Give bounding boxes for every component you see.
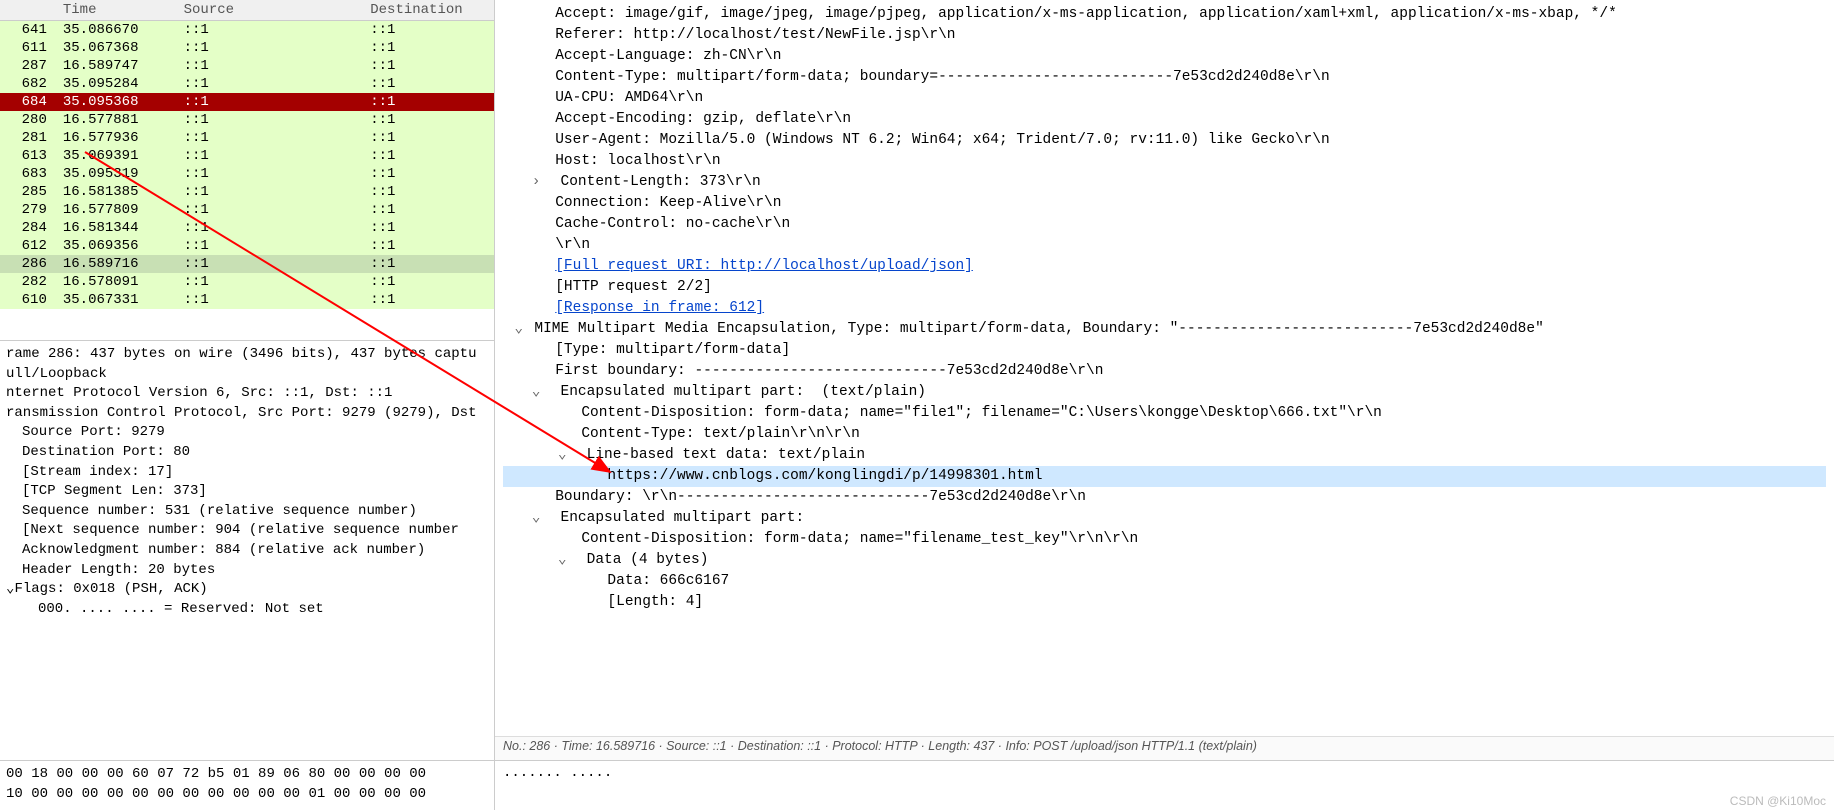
mime-type[interactable]: [Type: multipart/form-data] [555, 342, 790, 358]
packet-list[interactable]: Time Source Destination 64135.086670::1:… [0, 0, 494, 340]
frame-details[interactable]: rame 286: 437 bytes on wire (3496 bits),… [0, 340, 494, 760]
table-row[interactable]: 61035.067331::1::1 [0, 291, 494, 309]
ct1[interactable]: Content-Type: text/plain\r\n\r\n [581, 426, 859, 442]
table-row[interactable]: 68335.095319::1::1 [0, 165, 494, 183]
data4[interactable]: Data (4 bytes) [587, 552, 709, 568]
http-uacpu[interactable]: UA-CPU: AMD64\r\n [555, 90, 703, 106]
http-host[interactable]: Host: localhost\r\n [555, 153, 720, 169]
tcp-hlen[interactable]: Header Length: 20 bytes [6, 561, 488, 581]
table-row[interactable]: 28416.581344::1::1 [0, 219, 494, 237]
table-row[interactable]: 61335.069391::1::1 [0, 147, 494, 165]
chevron-down-icon[interactable]: ⌄ [529, 382, 543, 403]
chevron-down-icon[interactable]: ⌄ [555, 550, 569, 571]
payload-url[interactable]: https://www.cnblogs.com/konglingdi/p/149… [607, 468, 1042, 484]
table-row[interactable]: 61135.067368::1::1 [0, 39, 494, 57]
cd2[interactable]: Content-Disposition: form-data; name="fi… [581, 531, 1138, 547]
http-ctype[interactable]: Content-Type: multipart/form-data; bound… [555, 69, 1329, 85]
encap2[interactable]: Encapsulated multipart part: [561, 510, 805, 526]
frame-ipv6[interactable]: nternet Protocol Version 6, Src: ::1, Ds… [6, 384, 488, 404]
tcp-seglen[interactable]: [TCP Segment Len: 373] [6, 482, 488, 502]
status-bar: No.: 286 · Time: 16.589716 · Source: ::1… [495, 736, 1834, 760]
http-ua[interactable]: User-Agent: Mozilla/5.0 (Windows NT 6.2;… [555, 132, 1329, 148]
tcp-reserved[interactable]: 000. .... .... = Reserved: Not set [6, 600, 488, 620]
col-time[interactable]: Time [55, 0, 176, 21]
chevron-down-icon[interactable]: ⌄ [512, 319, 526, 340]
col-dst[interactable]: Destination [362, 0, 494, 21]
http-respframe-link[interactable]: [Response in frame: 612] [555, 300, 764, 316]
tcp-ack[interactable]: Acknowledgment number: 884 (relative ack… [6, 541, 488, 561]
hex-line-1: 10 00 00 00 00 00 00 00 00 00 00 00 01 0… [6, 785, 488, 805]
lbtd[interactable]: Line-based text data: text/plain [587, 447, 865, 463]
frame-tcp[interactable]: ransmission Control Protocol, Src Port: … [6, 404, 488, 424]
datalen[interactable]: [Length: 4] [607, 594, 703, 610]
http-referer[interactable]: Referer: http://localhost/test/NewFile.j… [555, 27, 955, 43]
tcp-seq[interactable]: Sequence number: 531 (relative sequence … [6, 502, 488, 522]
table-row[interactable]: 28516.581385::1::1 [0, 183, 494, 201]
table-row[interactable]: 68235.095284::1::1 [0, 75, 494, 93]
left-panel: Time Source Destination 64135.086670::1:… [0, 0, 495, 810]
http-acclang[interactable]: Accept-Language: zh-CN\r\n [555, 48, 781, 64]
table-row[interactable]: 61235.069356::1::1 [0, 237, 494, 255]
hex-panel-right[interactable]: ....... ..... [495, 760, 1834, 810]
http-req22[interactable]: [HTTP request 2/2] [555, 279, 712, 295]
hex-panel-left[interactable]: 00 18 00 00 00 60 07 72 b5 01 89 06 80 0… [0, 760, 494, 810]
frame-loopback[interactable]: ull/Loopback [6, 365, 488, 385]
chevron-down-icon[interactable]: ⌄ [555, 445, 569, 466]
table-row[interactable]: 27916.577809::1::1 [0, 201, 494, 219]
boundary2[interactable]: Boundary: \r\n--------------------------… [555, 489, 1086, 505]
table-row[interactable]: 28016.577881::1::1 [0, 111, 494, 129]
table-row[interactable]: 64135.086670::1::1 [0, 21, 494, 40]
http-clen[interactable]: Content-Length: 373\r\n [561, 174, 761, 190]
col-no[interactable] [0, 0, 55, 21]
mime-root[interactable]: MIME Multipart Media Encapsulation, Type… [534, 321, 1543, 337]
mime-firstb[interactable]: First boundary: ------------------------… [555, 363, 1103, 379]
http-crlf[interactable]: \r\n [555, 237, 590, 253]
http-tree[interactable]: Accept: image/gif, image/jpeg, image/pjp… [495, 0, 1834, 736]
table-row[interactable]: 28716.589747::1::1 [0, 57, 494, 75]
datahex[interactable]: Data: 666c6167 [607, 573, 729, 589]
http-conn[interactable]: Connection: Keep-Alive\r\n [555, 195, 781, 211]
chevron-down-icon[interactable]: ⌄ [529, 508, 543, 529]
col-src[interactable]: Source [176, 0, 363, 21]
tcp-flags[interactable]: Flags: 0x018 (PSH, ACK) [14, 581, 207, 597]
frame-summary[interactable]: rame 286: 437 bytes on wire (3496 bits),… [6, 345, 488, 365]
http-accept[interactable]: Accept: image/gif, image/jpeg, image/pjp… [555, 6, 1617, 22]
http-accenc[interactable]: Accept-Encoding: gzip, deflate\r\n [555, 111, 851, 127]
watermark: CSDN @Ki10Moc [1730, 794, 1826, 808]
http-fulluri-link[interactable]: [Full request URI: http://localhost/uplo… [555, 258, 973, 274]
table-row[interactable]: 28616.589716::1::1 [0, 255, 494, 273]
cd1[interactable]: Content-Disposition: form-data; name="fi… [581, 405, 1382, 421]
tcp-dstport[interactable]: Destination Port: 80 [6, 443, 488, 463]
table-row[interactable]: 68435.095368::1::1 [0, 93, 494, 111]
http-cache[interactable]: Cache-Control: no-cache\r\n [555, 216, 790, 232]
chevron-right-icon[interactable]: › [529, 172, 543, 193]
table-row[interactable]: 28116.577936::1::1 [0, 129, 494, 147]
right-panel: Accept: image/gif, image/jpeg, image/pjp… [495, 0, 1834, 810]
encap1[interactable]: Encapsulated multipart part: (text/plain… [561, 384, 926, 400]
tcp-stream[interactable]: [Stream index: 17] [6, 463, 488, 483]
tcp-srcport[interactable]: Source Port: 9279 [6, 423, 488, 443]
table-row[interactable]: 28216.578091::1::1 [0, 273, 494, 291]
hex-line-0: 00 18 00 00 00 60 07 72 b5 01 89 06 80 0… [6, 765, 488, 785]
tcp-nextseq[interactable]: [Next sequence number: 904 (relative seq… [6, 521, 488, 541]
